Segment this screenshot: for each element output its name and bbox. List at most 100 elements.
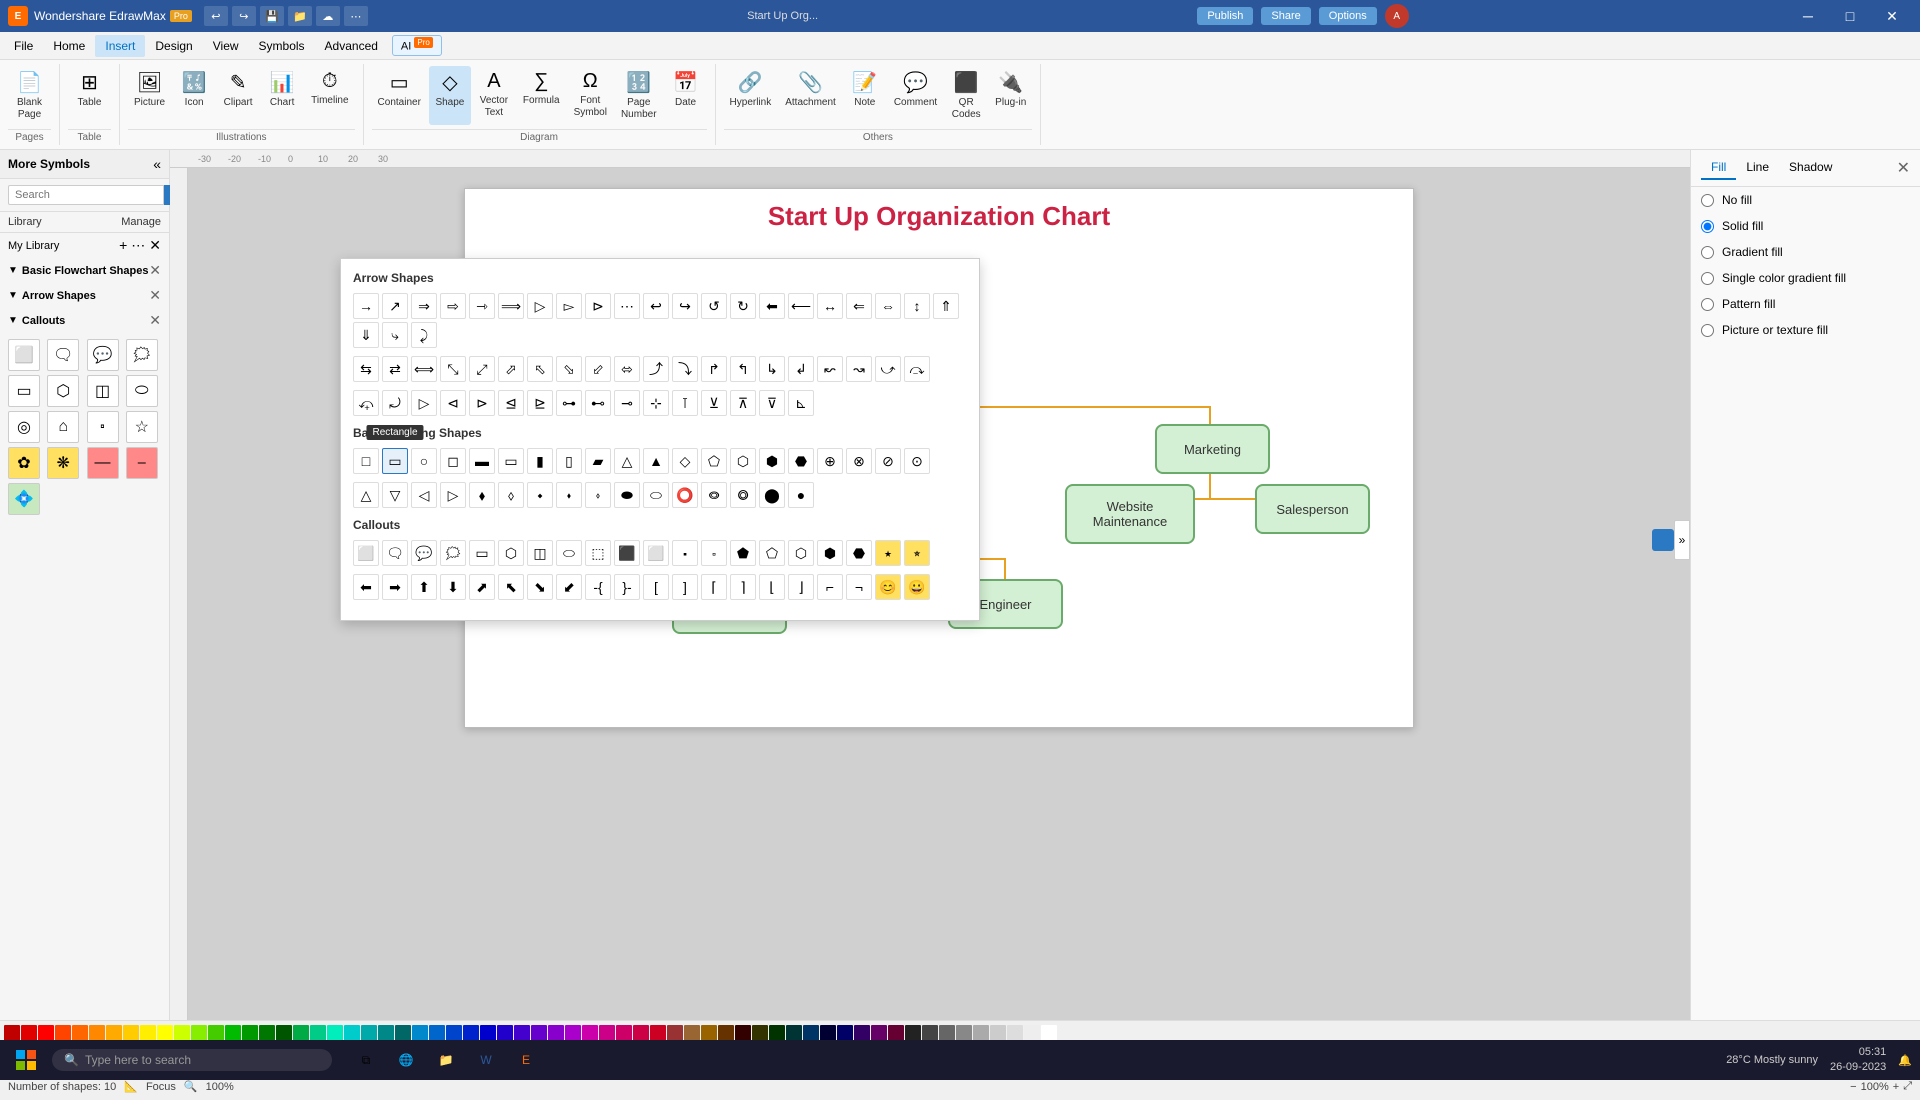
basic-shape-btn[interactable]: ⬩ bbox=[527, 482, 553, 508]
basic-shape-btn[interactable]: ▯ bbox=[556, 448, 582, 474]
color-swatch[interactable] bbox=[752, 1025, 768, 1041]
arrow-shape-btn[interactable]: ⟺ bbox=[411, 356, 437, 382]
shape-item[interactable]: 🗨 bbox=[47, 339, 79, 371]
shape-item[interactable]: 💠 bbox=[8, 483, 40, 515]
color-swatch[interactable] bbox=[871, 1025, 887, 1041]
callout-shape-btn[interactable]: -{ bbox=[585, 574, 611, 600]
zoom-out-button[interactable]: − bbox=[1850, 1081, 1856, 1093]
basic-shape-btn[interactable]: △ bbox=[353, 482, 379, 508]
basic-shape-btn[interactable]: ◁ bbox=[411, 482, 437, 508]
fill-radio-picture[interactable] bbox=[1701, 324, 1714, 337]
shape-item[interactable]: ⬡ bbox=[47, 375, 79, 407]
basic-shape-btn[interactable]: □ bbox=[353, 448, 379, 474]
shape-item[interactable]: ⎯ bbox=[126, 447, 158, 479]
callout-shape-btn[interactable]: ⬊ bbox=[527, 574, 553, 600]
arrow-shape-btn[interactable]: ⬂ bbox=[556, 356, 582, 382]
color-swatch[interactable] bbox=[242, 1025, 258, 1041]
callout-shape-btn[interactable]: ⌈ bbox=[701, 574, 727, 600]
arrow-shape-btn[interactable]: → bbox=[353, 293, 379, 319]
arrow-shape-btn[interactable]: ↔ bbox=[817, 293, 843, 319]
color-swatch[interactable] bbox=[718, 1025, 734, 1041]
ribbon-picture[interactable]: 🖼 Picture bbox=[128, 66, 171, 113]
basic-flowchart-close[interactable]: ✕ bbox=[149, 262, 161, 279]
basic-shape-btn[interactable]: ⬨ bbox=[498, 482, 524, 508]
color-swatch[interactable] bbox=[72, 1025, 88, 1041]
shape-item[interactable]: 💬 bbox=[87, 339, 119, 371]
undo-button[interactable]: ↩ bbox=[204, 6, 228, 26]
color-swatch[interactable] bbox=[293, 1025, 309, 1041]
callout-shape-btn[interactable]: ⭑ bbox=[875, 540, 901, 566]
color-swatch[interactable] bbox=[905, 1025, 921, 1041]
callout-shape-btn[interactable]: ⬆ bbox=[411, 574, 437, 600]
notification-area[interactable]: 🔔 bbox=[1898, 1054, 1912, 1067]
basic-shape-btn[interactable]: ▰ bbox=[585, 448, 611, 474]
callout-shape-btn[interactable]: ¬ bbox=[846, 574, 872, 600]
arrow-shape-btn[interactable]: ↰ bbox=[730, 356, 756, 382]
fill-option-picture[interactable]: Picture or texture fill bbox=[1691, 317, 1920, 343]
fill-option-gradient[interactable]: Gradient fill bbox=[1691, 239, 1920, 265]
color-swatch[interactable] bbox=[174, 1025, 190, 1041]
ribbon-table[interactable]: ⊞ Table bbox=[69, 66, 111, 113]
basic-shape-btn[interactable]: ⭗ bbox=[730, 482, 756, 508]
callout-shape-btn[interactable]: ⭒ bbox=[904, 540, 930, 566]
color-strip-button[interactable] bbox=[1652, 529, 1674, 551]
arrow-shape-btn[interactable]: ⊳ bbox=[469, 390, 495, 416]
maximize-button[interactable]: □ bbox=[1830, 0, 1870, 32]
callout-shape-btn[interactable]: ⬛ bbox=[614, 540, 640, 566]
color-swatch[interactable] bbox=[582, 1025, 598, 1041]
color-swatch[interactable] bbox=[225, 1025, 241, 1041]
arrow-shape-btn[interactable]: ↕ bbox=[904, 293, 930, 319]
fill-radio-gradient[interactable] bbox=[1701, 246, 1714, 259]
callout-shape-btn[interactable]: ⌋ bbox=[788, 574, 814, 600]
color-swatch[interactable] bbox=[412, 1025, 428, 1041]
arrow-shape-btn[interactable]: ⊹ bbox=[643, 390, 669, 416]
org-node-salesperson[interactable]: Salesperson bbox=[1255, 484, 1370, 534]
basic-shape-btn[interactable]: ◻ bbox=[440, 448, 466, 474]
fill-radio-none[interactable] bbox=[1701, 194, 1714, 207]
fill-tab[interactable]: Fill bbox=[1701, 156, 1736, 180]
color-swatch[interactable] bbox=[837, 1025, 853, 1041]
taskbar-app-word[interactable]: W bbox=[468, 1042, 504, 1078]
arrow-shape-btn[interactable]: ⟵ bbox=[788, 293, 814, 319]
color-swatch[interactable] bbox=[55, 1025, 71, 1041]
callout-shape-btn[interactable]: ⬉ bbox=[498, 574, 524, 600]
color-swatch[interactable] bbox=[633, 1025, 649, 1041]
color-swatch[interactable] bbox=[106, 1025, 122, 1041]
save-button[interactable]: 💾 bbox=[260, 6, 284, 26]
color-swatch[interactable] bbox=[786, 1025, 802, 1041]
callout-shape-btn[interactable]: 🗨 bbox=[382, 540, 408, 566]
color-swatch[interactable] bbox=[820, 1025, 836, 1041]
manage-button[interactable]: Manage bbox=[121, 216, 161, 228]
ribbon-comment[interactable]: 💬 Comment bbox=[888, 66, 943, 125]
arrow-shape-btn[interactable]: ↱ bbox=[701, 356, 727, 382]
color-swatch[interactable] bbox=[548, 1025, 564, 1041]
color-swatch[interactable] bbox=[803, 1025, 819, 1041]
fill-radio-single-gradient[interactable] bbox=[1701, 272, 1714, 285]
callout-shape-btn[interactable]: ⬅ bbox=[353, 574, 379, 600]
section-arrow-shapes[interactable]: ▼ Arrow Shapes ✕ bbox=[0, 283, 169, 308]
basic-shape-btn[interactable]: ▮ bbox=[527, 448, 553, 474]
color-swatch[interactable] bbox=[123, 1025, 139, 1041]
menu-design[interactable]: Design bbox=[145, 35, 202, 57]
options-button[interactable]: Options bbox=[1319, 7, 1377, 25]
ribbon-clipart[interactable]: ✎ Clipart bbox=[217, 66, 259, 113]
basic-shape-btn[interactable]: ○ bbox=[411, 448, 437, 474]
callout-shape-btn[interactable]: ⬣ bbox=[846, 540, 872, 566]
callout-shape-btn[interactable]: ⬈ bbox=[469, 574, 495, 600]
ribbon-qr-codes[interactable]: ⬛ QRCodes bbox=[945, 66, 987, 125]
taskbar-app-task-view[interactable]: ⧉ bbox=[348, 1042, 384, 1078]
callout-shape-btn[interactable]: ⬜ bbox=[353, 540, 379, 566]
basic-shape-btn[interactable]: ▲ bbox=[643, 448, 669, 474]
callout-shape-btn[interactable]: ⬡ bbox=[788, 540, 814, 566]
arrow-shape-btn[interactable]: ⇑ bbox=[933, 293, 959, 319]
callout-shape-btn[interactable]: ➡ bbox=[382, 574, 408, 600]
color-swatch[interactable] bbox=[4, 1025, 20, 1041]
menu-view[interactable]: View bbox=[203, 35, 249, 57]
arrow-shape-btn[interactable]: ⬀ bbox=[498, 356, 524, 382]
share-button[interactable]: Share bbox=[1261, 7, 1310, 25]
library-button[interactable]: Library bbox=[8, 216, 42, 228]
color-swatch[interactable] bbox=[514, 1025, 530, 1041]
arrow-shape-btn[interactable]: ⊲ bbox=[440, 390, 466, 416]
shadow-tab[interactable]: Shadow bbox=[1779, 156, 1842, 180]
color-swatch[interactable] bbox=[684, 1025, 700, 1041]
